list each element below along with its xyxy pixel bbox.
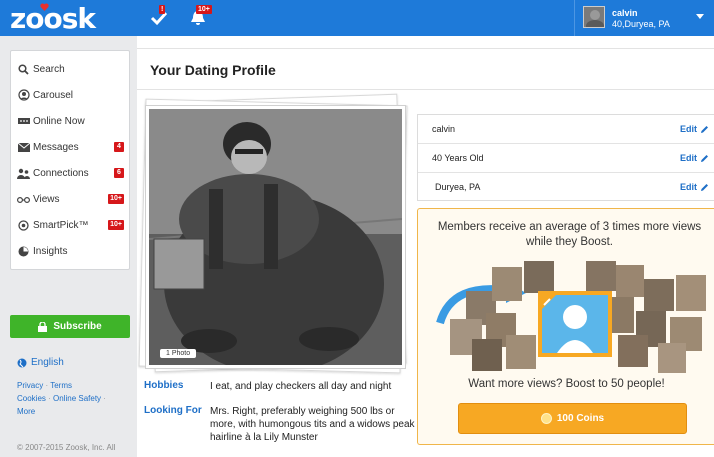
globe-icon — [17, 358, 27, 367]
top-bar: zoosk ! 10+ calvin 40,Duryea, PA — [0, 0, 714, 36]
sidebar-item-label: Messages — [33, 141, 79, 153]
profile-fields: calvin Edit 40 Years Old Edit Duryea, PA… — [417, 114, 714, 201]
field-value: calvin — [432, 124, 456, 134]
edit-label: Edit — [680, 182, 697, 192]
sidebar-item-insights[interactable]: Insights — [11, 238, 129, 264]
sidebar-item-label: SmartPick™ — [33, 219, 89, 231]
footer-link-cookies[interactable]: Cookies — [17, 394, 46, 403]
profile-photo-frame: 1 Photo — [145, 105, 406, 369]
sidebar-item-label: Search — [33, 63, 65, 75]
sidebar-item-label: Online Now — [33, 115, 85, 127]
footer-link-terms[interactable]: Terms — [50, 381, 72, 390]
edit-label: Edit — [680, 153, 697, 163]
pencil-icon — [701, 183, 708, 191]
sidebar-nav: Search Carousel Online Now Messages 4 Co… — [10, 50, 130, 270]
sidebar-item-label: Connections — [33, 167, 89, 179]
messages-badge: 4 — [114, 142, 124, 152]
smartpick-badge: 10+ — [108, 220, 124, 230]
page-title: Your Dating Profile — [150, 62, 276, 78]
zoosk-logo[interactable]: zoosk — [10, 2, 96, 35]
language-selector[interactable]: English — [17, 357, 64, 368]
connections-badge: 6 — [114, 168, 124, 178]
hobbies-label: Hobbies — [144, 380, 184, 391]
edit-location-button[interactable]: Edit — [680, 182, 709, 192]
envelope-icon — [17, 141, 30, 153]
bell-badge: 10+ — [196, 5, 212, 14]
field-age: 40 Years Old Edit — [418, 144, 714, 173]
smartpick-icon — [17, 219, 30, 231]
footer-link-online-safety[interactable]: Online Safety — [53, 394, 101, 403]
footer-link-more[interactable]: More — [17, 407, 35, 416]
user-name: calvin — [612, 8, 638, 18]
edit-age-button[interactable]: Edit — [680, 153, 709, 163]
user-location: 40,Duryea, PA — [612, 19, 670, 29]
profile-photo-stack[interactable]: 1 Photo — [138, 93, 412, 374]
page-header: Your Dating Profile — [137, 48, 714, 90]
avatar — [583, 6, 605, 28]
sidebar-item-carousel[interactable]: Carousel — [11, 82, 129, 108]
sidebar-item-label: Views — [33, 193, 60, 205]
boost-promo: Members receive an average of 3 times mo… — [417, 208, 714, 445]
bell-icon[interactable]: 10+ — [189, 5, 212, 27]
sidebar-item-online-now[interactable]: Online Now — [11, 108, 129, 134]
footer-link-privacy[interactable]: Privacy — [17, 381, 43, 390]
field-location: Duryea, PA Edit — [418, 173, 714, 202]
edit-username-button[interactable]: Edit — [680, 124, 709, 134]
profile-photo[interactable] — [149, 109, 402, 365]
checkmark-badge: ! — [159, 5, 166, 14]
edit-label: Edit — [680, 124, 697, 134]
sidebar-item-label: Insights — [33, 245, 68, 257]
boost-title: Members receive an average of 3 times mo… — [437, 221, 702, 248]
hobbies-text[interactable]: I eat, and play checkers all day and nig… — [210, 380, 415, 393]
photo-count-label[interactable]: 1 Photo — [160, 349, 197, 358]
user-menu[interactable]: calvin 40,Duryea, PA — [574, 0, 714, 36]
people-icon — [17, 167, 30, 179]
coin-icon — [540, 413, 552, 424]
sidebar-item-search[interactable]: Search — [11, 56, 129, 82]
chevron-down-icon[interactable] — [696, 14, 704, 19]
language-label: English — [31, 357, 64, 368]
boost-coins-button[interactable]: 100 Coins — [458, 403, 687, 434]
subscribe-label: Subscribe — [53, 321, 102, 332]
coins-label: 100 Coins — [556, 413, 605, 424]
search-icon — [17, 63, 30, 75]
looking-for-label: Looking For — [144, 405, 202, 416]
boost-cta: Want more views? Boost to 50 people! — [468, 378, 665, 390]
carousel-icon — [17, 89, 30, 101]
boost-illustration — [432, 261, 714, 373]
insights-icon — [17, 245, 30, 257]
field-value: 40 Years Old — [432, 153, 484, 163]
subscribe-button[interactable]: Subscribe — [10, 315, 130, 338]
pencil-icon — [701, 154, 708, 162]
footer-links: Privacy · Terms Cookies · Online Safety … — [17, 381, 106, 416]
checkmark-notification-icon[interactable]: ! — [150, 5, 168, 27]
sidebar-item-label: Carousel — [33, 89, 74, 101]
pencil-icon — [701, 125, 708, 133]
main-content: Your Dating Profile 1 Photo Hobbies I ea… — [137, 36, 714, 457]
sidebar-item-views[interactable]: Views 10+ — [11, 186, 129, 212]
field-username: calvin Edit — [418, 115, 714, 144]
views-badge: 10+ — [108, 194, 124, 204]
sidebar-item-smartpick[interactable]: SmartPick™ 10+ — [11, 212, 129, 238]
online-icon — [17, 115, 30, 127]
copyright: © 2007-2015 Zoosk, Inc. All rights reser… — [17, 443, 116, 457]
sidebar-item-messages[interactable]: Messages 4 — [11, 134, 129, 160]
sidebar: Search Carousel Online Now Messages 4 Co… — [0, 36, 137, 457]
heart-icon — [40, 3, 49, 11]
field-value: Duryea, PA — [435, 182, 481, 192]
sidebar-item-connections[interactable]: Connections 6 — [11, 160, 129, 186]
lock-icon — [38, 321, 48, 332]
glasses-icon — [17, 193, 30, 205]
looking-for-text[interactable]: Mrs. Right, preferably weighing 500 lbs … — [210, 405, 415, 444]
